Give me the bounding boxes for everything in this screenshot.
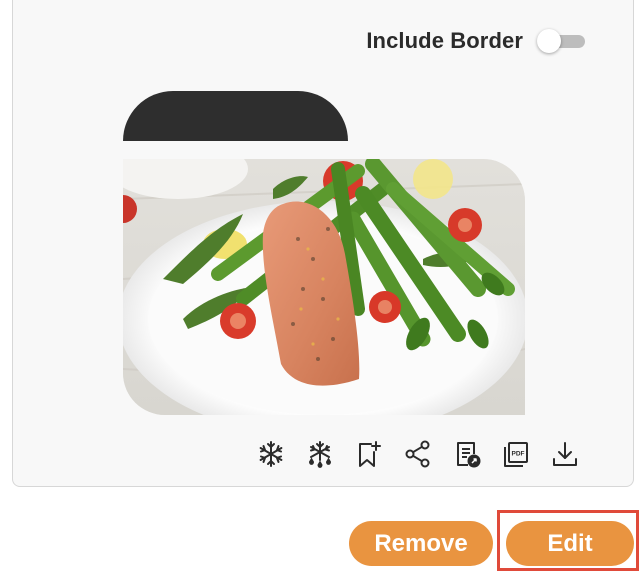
action-toolbar: PDF [253,436,583,472]
snowflake-drop-icon[interactable] [302,436,338,472]
edit-button[interactable]: Edit [506,521,634,566]
pdf-icon[interactable]: PDF [498,436,534,472]
bookmark-add-icon[interactable] [351,436,387,472]
include-border-row: Include Border [366,28,585,54]
include-border-toggle[interactable] [537,28,585,54]
page: Include Border PDF Remove Edit [0,0,644,578]
include-border-label: Include Border [366,28,523,53]
toggle-knob [537,29,561,53]
snowflake-icon[interactable] [253,436,289,472]
document-link-icon[interactable] [449,436,485,472]
dark-tab-shape [123,91,348,141]
svg-text:PDF: PDF [512,451,525,458]
remove-button[interactable]: Remove [349,521,493,566]
share-icon[interactable] [400,436,436,472]
food-photo [123,159,525,415]
download-icon[interactable] [547,436,583,472]
